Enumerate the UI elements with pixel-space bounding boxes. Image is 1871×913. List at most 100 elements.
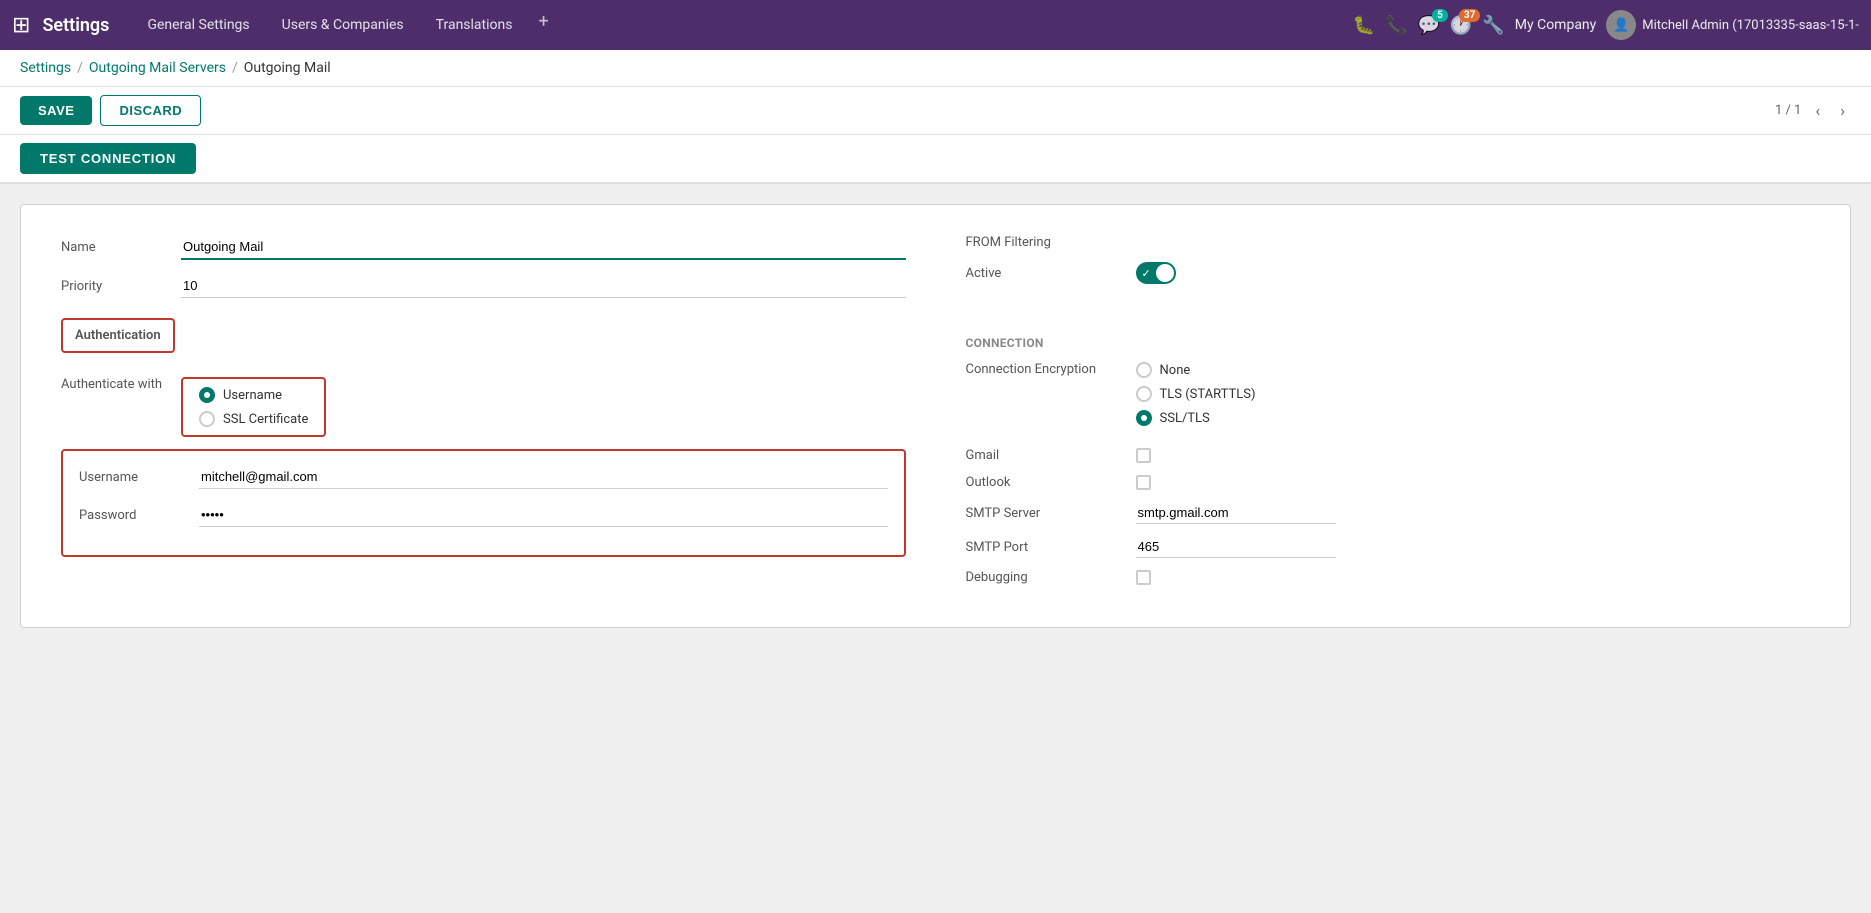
gmail-row: Gmail: [966, 448, 1811, 463]
radio-none-label: None: [1160, 363, 1191, 378]
topbar-actions: 🐛 📞 💬 5 🕐 37 🔧 My Company 👤 Mitchell Adm…: [1353, 10, 1859, 40]
form-right: FROM Filtering Active ✓ Connection: [966, 235, 1811, 597]
topbar: ⊞ Settings General Settings Users & Comp…: [0, 0, 1871, 50]
chat-icon[interactable]: 💬 5: [1418, 15, 1440, 36]
active-label: Active: [966, 266, 1136, 281]
subheader: Settings / Outgoing Mail Servers / Outgo…: [0, 50, 1871, 87]
name-field-row: Name: [61, 235, 906, 260]
active-field-row: Active ✓: [966, 262, 1811, 284]
debugging-label: Debugging: [966, 570, 1136, 585]
connection-section: Connection Connection Encryption None TL…: [966, 336, 1811, 585]
smtp-server-input[interactable]: [1136, 502, 1336, 524]
encryption-none[interactable]: None: [1136, 362, 1256, 378]
connection-section-label: Connection: [966, 336, 1811, 350]
password-label: Password: [79, 508, 199, 523]
password-input[interactable]: [199, 503, 888, 527]
nav-translations[interactable]: Translations: [422, 11, 527, 39]
breadcrumb-outgoing-servers[interactable]: Outgoing Mail Servers: [89, 60, 226, 76]
auth-option-ssl[interactable]: SSL Certificate: [199, 411, 308, 427]
smtp-server-label: SMTP Server: [966, 506, 1136, 521]
priority-label: Priority: [61, 279, 181, 294]
radio-ssltls-indicator: [1136, 410, 1152, 426]
radio-ssl-label: SSL Certificate: [223, 412, 308, 427]
username-input[interactable]: [199, 465, 888, 489]
save-button[interactable]: SAVE: [20, 96, 92, 125]
authenticate-with-row: Authenticate with Username SSL Certifica…: [61, 377, 906, 437]
radio-ssl-indicator: [199, 411, 215, 427]
breadcrumb: Settings / Outgoing Mail Servers / Outgo…: [20, 60, 1851, 76]
wrench-icon[interactable]: 🔧: [1482, 15, 1504, 36]
debugging-row: Debugging: [966, 570, 1811, 585]
outlook-checkbox[interactable]: [1136, 475, 1151, 490]
breadcrumb-sep2: /: [232, 60, 238, 76]
app-grid-icon[interactable]: ⊞: [12, 13, 30, 38]
breadcrumb-sep1: /: [77, 60, 83, 76]
nav-general-settings[interactable]: General Settings: [133, 11, 263, 39]
breadcrumb-current: Outgoing Mail: [244, 60, 331, 76]
from-filtering-label: FROM Filtering: [966, 235, 1136, 250]
username-field-row: Username: [79, 465, 888, 489]
gmail-label: Gmail: [966, 448, 1136, 463]
auth-radio-group-box: Username SSL Certificate: [181, 377, 326, 437]
radio-tls-indicator: [1136, 386, 1152, 402]
connection-encryption-label: Connection Encryption: [966, 362, 1136, 377]
encryption-tls[interactable]: TLS (STARTTLS): [1136, 386, 1256, 402]
priority-field-row: Priority: [61, 274, 906, 298]
priority-input[interactable]: [181, 274, 906, 298]
name-input[interactable]: [181, 235, 906, 260]
radio-username-label: Username: [223, 388, 282, 403]
avatar: 👤: [1606, 10, 1636, 40]
radio-username-indicator: [199, 387, 215, 403]
pagination-next[interactable]: ›: [1834, 99, 1851, 122]
form-card: Name Priority Authentication Authentic: [20, 204, 1851, 628]
active-toggle[interactable]: ✓: [1136, 262, 1176, 284]
password-field-row: Password: [79, 503, 888, 527]
clock-icon[interactable]: 🕐 37: [1450, 15, 1472, 36]
test-connection-button[interactable]: TEST CONNECTION: [20, 143, 196, 174]
auth-fields-box: Username Password: [61, 449, 906, 557]
smtp-port-label: SMTP Port: [966, 540, 1136, 555]
nav-plus-icon[interactable]: +: [530, 11, 556, 39]
app-title: Settings: [42, 15, 109, 36]
user-menu[interactable]: 👤 Mitchell Admin (17013335-saas-15-1-: [1606, 10, 1859, 40]
company-label[interactable]: My Company: [1515, 17, 1597, 33]
auth-option-username[interactable]: Username: [199, 387, 308, 403]
outlook-label: Outlook: [966, 475, 1136, 490]
discard-button[interactable]: DISCARD: [100, 95, 201, 126]
toggle-check-icon: ✓: [1142, 267, 1151, 280]
top-nav: General Settings Users & Companies Trans…: [133, 11, 1344, 39]
form-left: Name Priority Authentication Authentic: [61, 235, 906, 597]
pagination: 1 / 1 ‹ ›: [1775, 99, 1851, 122]
debugging-checkbox[interactable]: [1136, 570, 1151, 585]
radio-tls-label: TLS (STARTTLS): [1160, 387, 1256, 402]
authenticate-with-label: Authenticate with: [61, 377, 181, 392]
authentication-label: Authentication: [75, 328, 161, 343]
clock-badge: 37: [1459, 9, 1480, 22]
connection-encryption-row: Connection Encryption None TLS (STARTTLS…: [966, 362, 1811, 426]
chat-badge: 5: [1432, 9, 1448, 22]
name-label: Name: [61, 240, 181, 255]
phone-icon[interactable]: 📞: [1385, 15, 1407, 36]
encryption-ssltls[interactable]: SSL/TLS: [1136, 410, 1256, 426]
authentication-section-box: Authentication: [61, 318, 175, 353]
bug-icon[interactable]: 🐛: [1353, 15, 1375, 36]
form-section: Name Priority Authentication Authentic: [61, 235, 1810, 597]
main-content: Name Priority Authentication Authentic: [0, 184, 1871, 913]
radio-none-indicator: [1136, 362, 1152, 378]
auth-radio-group: Username SSL Certificate: [199, 387, 308, 427]
encryption-radio-group: None TLS (STARTTLS) SSL/TLS: [1136, 362, 1256, 426]
from-filtering-row: FROM Filtering: [966, 235, 1811, 250]
pagination-prev[interactable]: ‹: [1809, 99, 1826, 122]
actionbar: SAVE DISCARD 1 / 1 ‹ ›: [0, 87, 1871, 135]
smtp-server-row: SMTP Server: [966, 502, 1811, 524]
pagination-count: 1 / 1: [1775, 103, 1801, 118]
user-name: Mitchell Admin (17013335-saas-15-1-: [1642, 18, 1859, 33]
username-label: Username: [79, 470, 199, 485]
radio-ssltls-label: SSL/TLS: [1160, 411, 1210, 426]
smtp-port-input[interactable]: [1136, 536, 1336, 558]
gmail-checkbox[interactable]: [1136, 448, 1151, 463]
toggle-knob: [1156, 264, 1174, 282]
testbar: TEST CONNECTION: [0, 135, 1871, 184]
breadcrumb-settings[interactable]: Settings: [20, 60, 71, 76]
nav-users-companies[interactable]: Users & Companies: [268, 11, 418, 39]
